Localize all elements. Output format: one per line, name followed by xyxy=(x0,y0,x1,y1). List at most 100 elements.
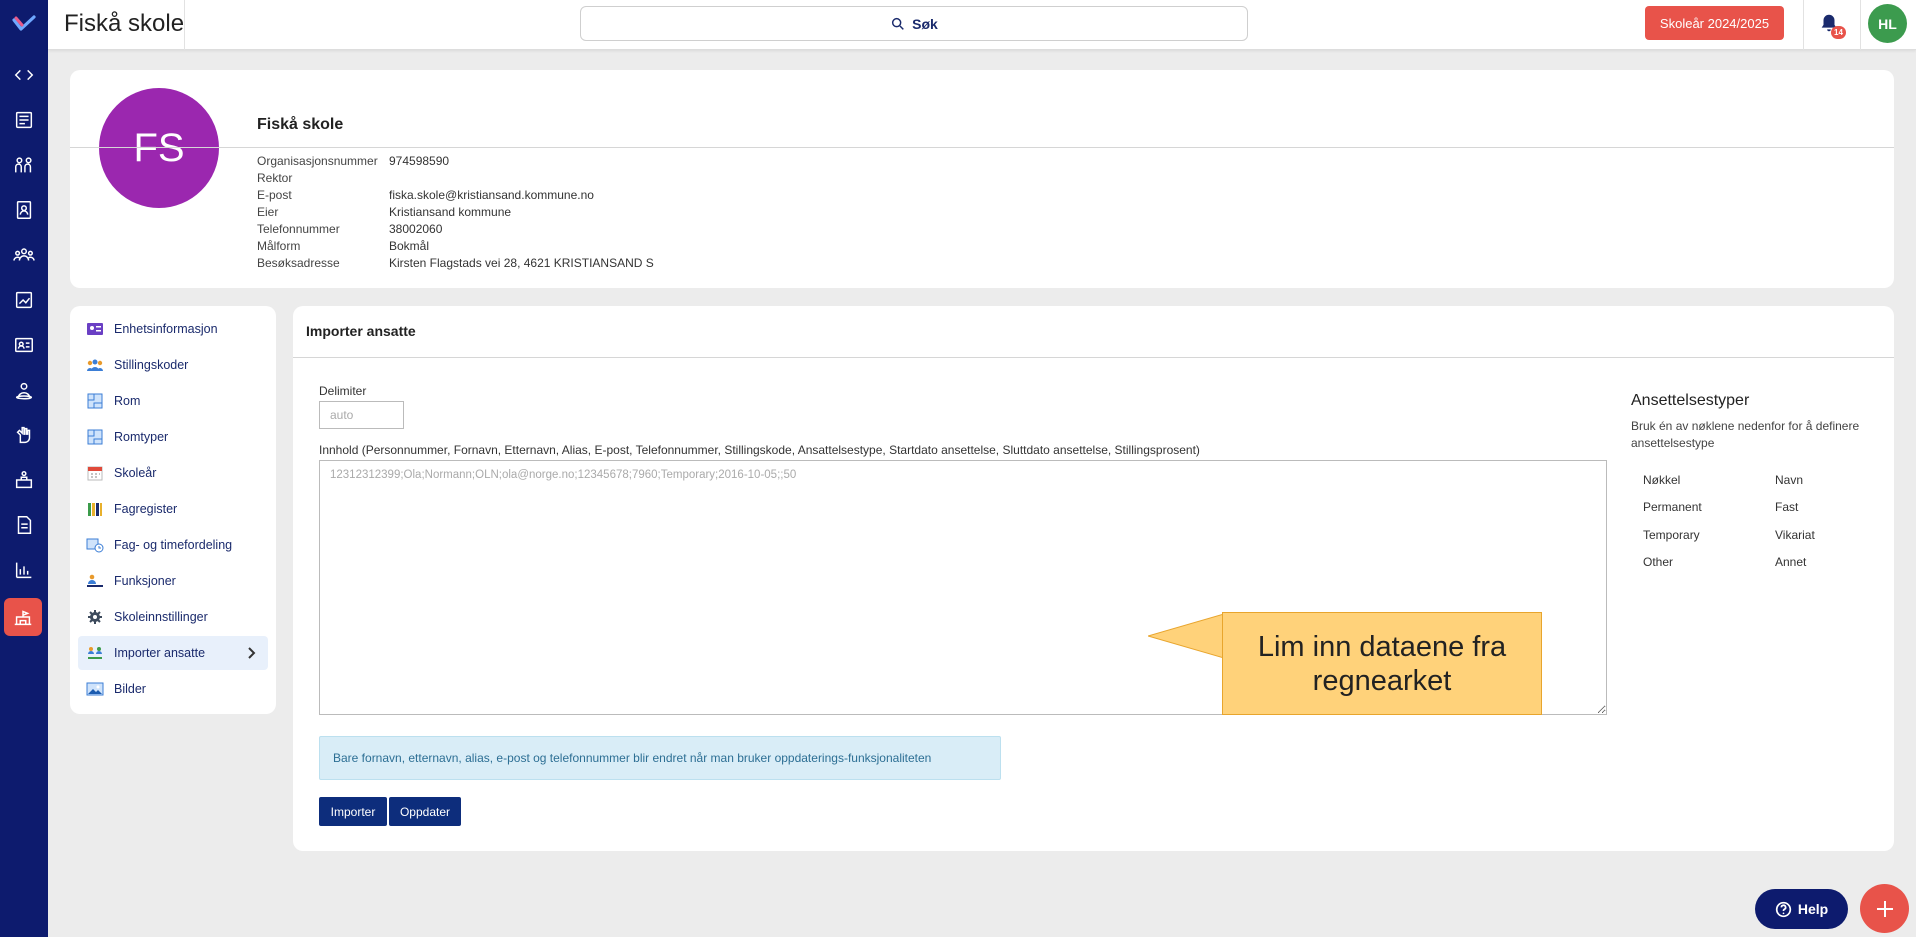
type-key: Permanent xyxy=(1643,500,1702,515)
search-label: Søk xyxy=(912,15,938,32)
info-row: Eier Kristiansand kommune xyxy=(257,204,654,221)
info-value: Kristiansand kommune xyxy=(389,205,512,219)
id-card-icon xyxy=(87,323,103,335)
table-row: Other Annet xyxy=(1643,549,1815,577)
info-row: Rektor xyxy=(257,170,654,187)
plus-icon xyxy=(1876,900,1893,917)
document-icon[interactable] xyxy=(12,513,36,537)
person-card-icon[interactable] xyxy=(12,333,36,357)
menu-item-rom[interactable]: Rom xyxy=(78,384,268,418)
school-year-button[interactable]: Skoleår 2024/2025 xyxy=(1645,6,1784,40)
menu-item-fag-og-timefordeling[interactable]: Fag- og timefordeling xyxy=(78,528,268,562)
question-icon xyxy=(1775,901,1791,917)
app-logo-icon[interactable] xyxy=(12,14,36,34)
import-button[interactable]: Importer xyxy=(319,797,387,826)
menu-item-label: Fagregister xyxy=(114,502,178,516)
employment-types-table: Nøkkel Navn Permanent Fast Temporary Vik… xyxy=(1643,466,1815,576)
delimiter-input[interactable] xyxy=(319,401,404,429)
type-key: Temporary xyxy=(1643,527,1700,542)
update-button[interactable]: Oppdater xyxy=(389,797,461,826)
info-value: fiska.skole@kristiansand.kommune.no xyxy=(389,188,594,202)
import-people-icon xyxy=(88,647,102,659)
menu-item-stillingskoder[interactable]: Stillingskoder xyxy=(78,348,268,382)
table-header-row: Nøkkel Navn xyxy=(1643,466,1815,494)
update-notice: Bare fornavn, etternavn, alias, e-post o… xyxy=(319,736,1001,780)
employment-types-description: Bruk én av nøklene nedenfor for å define… xyxy=(1631,419,1860,450)
settings-menu: Enhetsinformasjon Stillingskoder Rom Rom… xyxy=(70,306,276,714)
floorplan-icon xyxy=(87,393,103,409)
menu-item-label: Rom xyxy=(114,394,141,408)
info-label: Telefonnummer xyxy=(257,222,340,236)
people-icon xyxy=(87,359,103,371)
school-admin-icon[interactable] xyxy=(4,598,42,636)
menu-item-bilder[interactable]: Bilder xyxy=(78,672,268,706)
info-label: Målform xyxy=(257,239,301,253)
search-icon xyxy=(892,17,905,30)
divider xyxy=(293,357,1894,358)
search-bar[interactable]: Søk xyxy=(580,6,1248,41)
menu-item-label: Funksjoner xyxy=(114,574,176,588)
school-avatar: FS xyxy=(99,88,219,208)
info-label: Eier xyxy=(257,205,279,219)
notification-count-badge: 14 xyxy=(1831,26,1846,39)
menu-item-label: Stillingskoder xyxy=(114,358,189,372)
groups-icon[interactable] xyxy=(12,153,36,177)
header-name: Navn xyxy=(1775,472,1804,487)
menu-item-romtyper[interactable]: Romtyper xyxy=(78,420,268,454)
add-button[interactable] xyxy=(1860,884,1909,933)
menu-item-fagregister[interactable]: Fagregister xyxy=(78,492,268,526)
info-row: E-post fiska.skole@kristiansand.kommune.n… xyxy=(257,187,654,204)
employment-types-title: Ansettelsestyper xyxy=(1631,392,1750,409)
divider xyxy=(1860,0,1861,50)
menu-item-label: Skoleår xyxy=(114,466,157,480)
card-title: Importer ansatte xyxy=(306,323,416,339)
menu-item-label: Fag- og timefordeling xyxy=(114,538,233,552)
content-label: Innhold (Personnummer, Fornavn, Etternav… xyxy=(319,443,1200,457)
help-button[interactable]: Help xyxy=(1755,889,1848,929)
header-key: Nøkkel xyxy=(1643,472,1681,487)
code-icon[interactable] xyxy=(12,63,36,87)
hand-raise-icon[interactable] xyxy=(12,423,36,447)
books-icon xyxy=(88,503,102,516)
bar-chart-icon[interactable] xyxy=(12,558,36,582)
chart-board-icon[interactable] xyxy=(12,288,36,312)
type-name: Fast xyxy=(1775,500,1799,515)
chevron-right-icon xyxy=(246,646,256,660)
info-label: E-post xyxy=(257,188,292,202)
menu-item-label: Bilder xyxy=(114,682,146,696)
user-location-icon[interactable] xyxy=(12,378,36,402)
info-row: Telefonnummer 38002060 xyxy=(257,221,654,238)
delimiter-label: Delimiter xyxy=(319,384,367,398)
gear-icon xyxy=(88,610,102,624)
divider xyxy=(1803,0,1804,50)
school-info-list: Organisasjonsnummer 974598590 Rektor E-po… xyxy=(257,153,654,272)
info-label: Organisasjonsnummer xyxy=(257,154,378,168)
menu-item-enhetsinformasjon[interactable]: Enhetsinformasjon xyxy=(78,312,268,346)
podium-icon[interactable] xyxy=(12,468,36,492)
menu-item-funksjoner[interactable]: Funksjoner xyxy=(78,564,268,598)
user-avatar[interactable]: HL xyxy=(1868,4,1907,43)
person-desk-icon xyxy=(87,574,103,587)
floorplan-icon xyxy=(87,429,103,445)
menu-item-label: Skoleinnstillinger xyxy=(114,610,208,624)
info-label: Rektor xyxy=(257,171,293,185)
type-key: Other xyxy=(1643,555,1674,570)
school-title: Fiskå skole xyxy=(64,10,185,37)
info-row: Organisasjonsnummer 974598590 xyxy=(257,153,654,170)
news-icon[interactable] xyxy=(12,108,36,132)
menu-item-label: Importer ansatte xyxy=(114,646,206,660)
school-profile-card: FS Fiskå skole Organisasjonsnummer 974598… xyxy=(70,70,1894,288)
type-name: Annet xyxy=(1775,555,1807,570)
info-value: 974598590 xyxy=(389,154,450,168)
menu-item-skolear[interactable]: Skoleår xyxy=(78,456,268,490)
menu-item-label: Enhetsinformasjon xyxy=(114,322,218,336)
team-icon[interactable] xyxy=(12,243,36,267)
menu-item-importer-ansatte[interactable]: Importer ansatte xyxy=(78,636,268,670)
info-value: Kirsten Flagstads vei 28, 4621 KRISTIANS… xyxy=(389,256,654,270)
info-row: Besøksadresse Kirsten Flagstads vei 28, 4… xyxy=(257,255,654,272)
menu-item-skoleinnstillinger[interactable]: Skoleinnstillinger xyxy=(78,600,268,634)
top-bar: Fiskå skole Søk Skoleår 2024/2025 14 HL xyxy=(48,0,1916,50)
info-label: Besøksadresse xyxy=(257,256,340,270)
badge-icon[interactable] xyxy=(12,198,36,222)
schedule-icon xyxy=(86,538,104,553)
